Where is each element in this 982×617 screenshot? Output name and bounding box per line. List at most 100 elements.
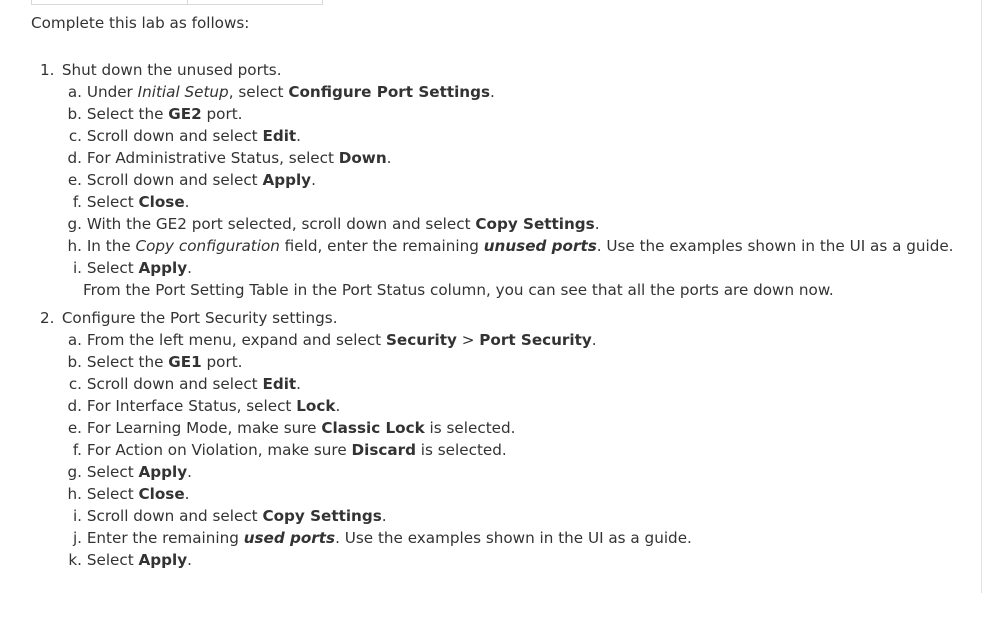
- substep-letter: c.: [68, 127, 82, 145]
- instruction-text: field, enter the remaining: [279, 237, 484, 255]
- instruction-text: . Use the examples shown in the UI as a …: [335, 529, 692, 547]
- lab-steps: 1. Shut down the unused ports. a. Under I…: [40, 59, 954, 577]
- substep: f. Select Close.: [64, 191, 954, 213]
- instruction-text: Scroll down and select: [86, 375, 263, 393]
- instruction-text: .: [184, 485, 190, 503]
- instruction-text: is selected.: [415, 441, 507, 459]
- substep-letter: b.: [67, 353, 82, 371]
- emphasis-text: Apply: [138, 463, 188, 481]
- lab-intro: Complete this lab as follows:: [31, 14, 250, 32]
- substep-letter: d.: [67, 149, 82, 167]
- instruction-text: For Interface Status, select: [86, 397, 297, 415]
- substep: e. Scroll down and select Apply.: [64, 169, 954, 191]
- step-text: Configure the Port Security settings.: [61, 309, 338, 327]
- instruction-text: .: [386, 149, 392, 167]
- substep-letter: e.: [67, 171, 82, 189]
- instruction-text: Enter the remaining: [86, 529, 244, 547]
- substep: f. For Action on Violation, make sure Di…: [64, 439, 954, 461]
- instruction-text: .: [594, 215, 600, 233]
- instruction-text: Scroll down and select: [86, 507, 263, 525]
- instruction-text: .: [311, 171, 316, 189]
- substep: g. Select Apply.: [64, 461, 954, 483]
- instruction-text: port.: [201, 353, 243, 371]
- substep-letter: h.: [67, 237, 82, 255]
- emphasis-text: GE2: [168, 105, 202, 123]
- substep: i. Select Apply.: [64, 257, 954, 279]
- emphasis-text: Edit: [262, 375, 297, 393]
- substep: c. Scroll down and select Edit.: [64, 373, 954, 395]
- emphasis-text: Edit: [262, 127, 297, 145]
- instruction-text: .: [187, 259, 192, 277]
- emphasis-text: Close: [138, 193, 185, 211]
- lab-step: 1. Shut down the unused ports. a. Under I…: [40, 59, 954, 301]
- step-number: 2.: [40, 309, 55, 327]
- emphasis-text: Apply: [262, 171, 312, 189]
- substep: c. Scroll down and select Edit.: [64, 125, 954, 147]
- instruction-text: .: [381, 507, 387, 525]
- instruction-text: Select the: [86, 353, 169, 371]
- substep-letter: f.: [72, 193, 82, 211]
- emphasis-text: used ports: [243, 529, 336, 547]
- emphasis-text: Close: [138, 485, 185, 503]
- emphasis-text: Security: [385, 331, 457, 349]
- instruction-text: .: [335, 397, 341, 415]
- substep-list: a. Under Initial Setup, select Configure…: [40, 81, 954, 279]
- substep-letter: a.: [67, 83, 82, 101]
- emphasis-text: Lock: [296, 397, 336, 415]
- emphasis-text: Copy configuration: [135, 237, 280, 255]
- substep: a. From the left menu, expand and select…: [64, 329, 954, 351]
- instruction-text: For Action on Violation, make sure: [86, 441, 352, 459]
- emphasis-text: Down: [338, 149, 387, 167]
- instruction-text: .: [591, 331, 597, 349]
- substep: g. With the GE2 port selected, scroll do…: [64, 213, 954, 235]
- substep: e. For Learning Mode, make sure Classic …: [64, 417, 954, 439]
- emphasis-text: Copy Settings: [262, 507, 382, 525]
- substep-letter: i.: [72, 259, 82, 277]
- substep-letter: g.: [67, 215, 82, 233]
- emphasis-text: Initial Setup: [137, 83, 229, 101]
- substep-letter: f.: [72, 441, 82, 459]
- instruction-text: Select: [86, 193, 139, 211]
- emphasis-text: Classic Lock: [321, 419, 425, 437]
- substep-letter: a.: [67, 331, 82, 349]
- emphasis-text: Configure Port Settings: [288, 83, 491, 101]
- emphasis-text: Discard: [351, 441, 416, 459]
- substep-letter: d.: [67, 397, 82, 415]
- substep-letter: c.: [68, 375, 82, 393]
- instruction-text: Under: [86, 83, 138, 101]
- step-number: 1.: [40, 61, 55, 79]
- instruction-text: . Use the examples shown in the UI as a …: [596, 237, 954, 255]
- substep-letter: g.: [67, 463, 82, 481]
- instruction-text: Scroll down and select: [86, 171, 263, 189]
- substep: h. In the Copy configuration field, ente…: [64, 235, 954, 257]
- substep: a. Under Initial Setup, select Configure…: [64, 81, 954, 103]
- instruction-text: For Administrative Status, select: [86, 149, 339, 167]
- substep: b. Select the GE1 port.: [64, 351, 954, 373]
- instruction-text: Scroll down and select: [86, 127, 263, 145]
- lab-step: 2. Configure the Port Security settings.…: [40, 307, 954, 571]
- instruction-text: In the: [86, 237, 136, 255]
- instruction-text: is selected.: [424, 419, 516, 437]
- instruction-text: .: [296, 375, 301, 393]
- substep-letter: j.: [72, 529, 82, 547]
- instruction-text: Select: [86, 485, 139, 503]
- instruction-text: Select: [86, 551, 139, 569]
- instruction-text: With the GE2 port selected, scroll down …: [86, 215, 476, 233]
- step-text: Shut down the unused ports.: [61, 61, 282, 79]
- emphasis-text: unused ports: [483, 237, 597, 255]
- instruction-text: Select the: [86, 105, 169, 123]
- emphasis-text: Copy Settings: [475, 215, 595, 233]
- instruction-text: , select: [228, 83, 289, 101]
- instruction-text: Select: [86, 259, 139, 277]
- substep: j. Enter the remaining used ports. Use t…: [64, 527, 954, 549]
- emphasis-text: Apply: [138, 551, 188, 569]
- tab-divider: [187, 0, 188, 5]
- tab-strip-edge: [31, 0, 323, 5]
- emphasis-text: GE1: [168, 353, 202, 371]
- step-note: From the Port Setting Table in the Port …: [83, 281, 834, 299]
- emphasis-text: Port Security: [479, 331, 592, 349]
- substep-list: a. From the left menu, expand and select…: [40, 329, 954, 571]
- substep-letter: i.: [72, 507, 82, 525]
- instruction-text: >: [456, 331, 480, 349]
- substep: i. Scroll down and select Copy Settings.: [64, 505, 954, 527]
